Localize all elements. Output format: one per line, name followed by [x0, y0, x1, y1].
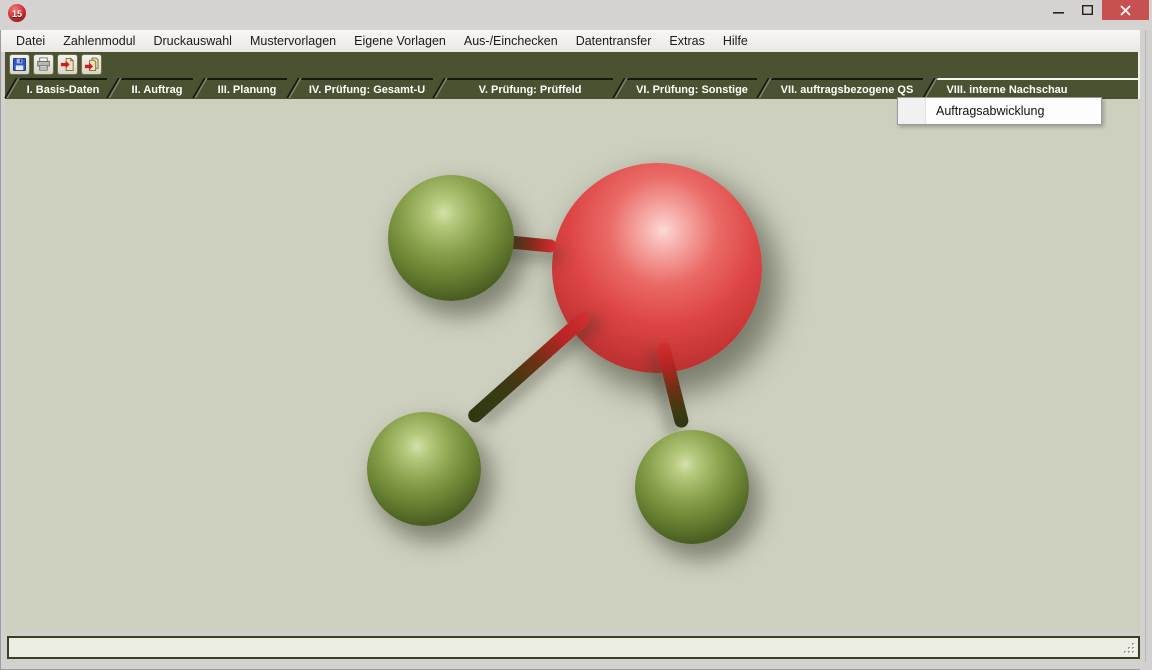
- menu-item-druckauswahl[interactable]: Druckauswahl: [144, 30, 241, 52]
- window-frame-right: [1140, 30, 1152, 670]
- tab-separator: [757, 78, 771, 99]
- molecule-center-sphere: [552, 163, 762, 373]
- save-button[interactable]: [9, 54, 30, 75]
- tab-separator: [287, 78, 301, 99]
- menu-item-eigene-vorlagen[interactable]: Eigene Vorlagen: [345, 30, 455, 52]
- menu-item-auftragsabwicklung[interactable]: Auftragsabwicklung: [898, 98, 1101, 124]
- window-controls: [1044, 0, 1149, 20]
- molecule-satellite-sphere: [388, 175, 514, 301]
- tab-separator: [923, 78, 937, 99]
- tab-separator: [613, 78, 627, 99]
- maximize-icon: [1082, 5, 1093, 15]
- floppy-disk-icon: [12, 57, 27, 72]
- tab-auftragsbezogene-qs[interactable]: VII. auftragsbezogene QS: [771, 78, 923, 99]
- menu-item-aus-einchecken[interactable]: Aus-/Einchecken: [455, 30, 567, 52]
- tab-bar: I. Basis-Daten II. Auftrag III. Planung …: [5, 76, 1140, 99]
- molecule-bond: [465, 310, 592, 426]
- close-icon: [1120, 5, 1131, 16]
- tab-dropdown-menu: Auftragsabwicklung: [897, 97, 1102, 125]
- tab-separator: [5, 78, 19, 99]
- documents-red-arrow-icon: [84, 57, 99, 72]
- resize-grip[interactable]: [1121, 642, 1136, 655]
- tab-separator: [107, 78, 121, 99]
- content-area: [5, 99, 1140, 633]
- menu-item-datei[interactable]: Datei: [7, 30, 54, 52]
- printer-icon: [36, 57, 51, 72]
- menu-item-datentransfer[interactable]: Datentransfer: [567, 30, 661, 52]
- tab-interne-nachschau[interactable]: VIII. interne Nachschau: [937, 78, 1077, 99]
- minimize-icon: [1053, 5, 1064, 15]
- app-logo-icon: 15: [8, 4, 26, 22]
- molecule-satellite-sphere: [367, 412, 481, 526]
- toolbar: [5, 52, 1140, 76]
- menu-bar: Datei Zahlenmodul Druckauswahl Mustervor…: [1, 30, 1151, 52]
- app-logo-label: 15: [12, 9, 22, 19]
- menu-item-zahlenmodul[interactable]: Zahlenmodul: [54, 30, 144, 52]
- tab-auftrag[interactable]: II. Auftrag: [121, 78, 193, 99]
- title-bar[interactable]: 15: [0, 0, 1152, 30]
- maximize-button[interactable]: [1073, 0, 1102, 20]
- menu-item-hilfe[interactable]: Hilfe: [714, 30, 757, 52]
- close-button[interactable]: [1102, 0, 1149, 20]
- tab-bar-filler: [1077, 78, 1138, 99]
- minimize-button[interactable]: [1044, 0, 1073, 20]
- menu-item-mustervorlagen[interactable]: Mustervorlagen: [241, 30, 345, 52]
- app-window: 15 Datei Zahlenmodul Druckauswahl Muster…: [0, 0, 1152, 670]
- tab-planung[interactable]: III. Planung: [207, 78, 287, 99]
- molecule-satellite-sphere: [635, 430, 749, 544]
- check-in-button[interactable]: [81, 54, 102, 75]
- tab-separator: [433, 78, 447, 99]
- tab-pruefung-prueffeld[interactable]: V. Prüfung: Prüffeld: [447, 78, 613, 99]
- tab-basis-daten[interactable]: I. Basis-Daten: [19, 78, 107, 99]
- status-bar: [7, 636, 1140, 659]
- resize-grip-icon: [1121, 642, 1136, 655]
- print-button[interactable]: [33, 54, 54, 75]
- check-out-button[interactable]: [57, 54, 78, 75]
- tab-pruefung-sonstige[interactable]: VI. Prüfung: Sonstige: [627, 78, 757, 99]
- document-red-arrow-icon: [60, 57, 75, 72]
- tab-separator: [193, 78, 207, 99]
- tab-pruefung-gesamt-u[interactable]: IV. Prüfung: Gesamt-U: [301, 78, 433, 99]
- menu-item-extras[interactable]: Extras: [660, 30, 713, 52]
